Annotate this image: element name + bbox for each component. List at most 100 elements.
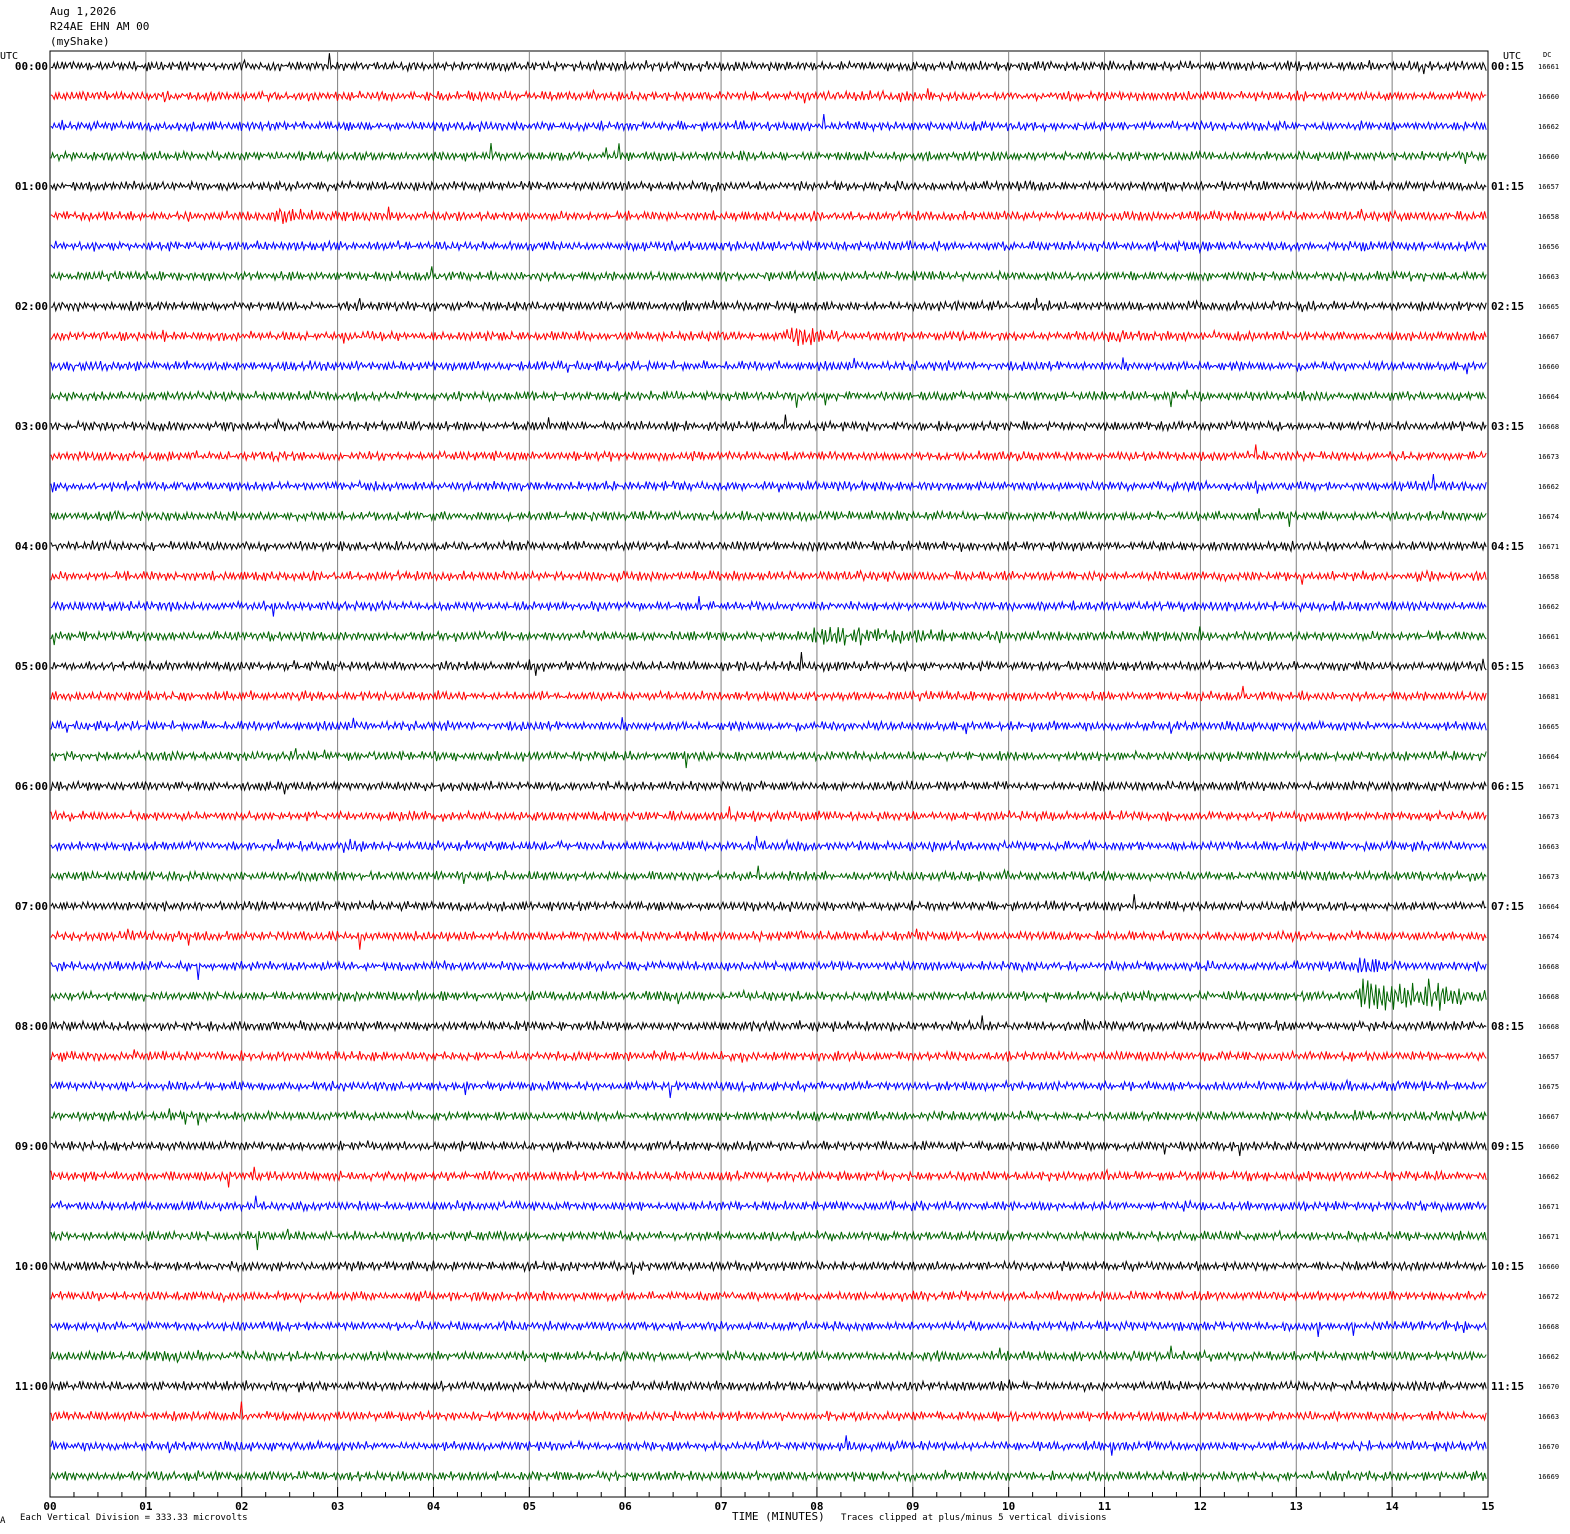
trace-row-23 [50,748,1487,769]
corner-mark: A [0,1516,6,1526]
dc-value: 16663 [1538,273,1559,281]
trace-row-25 [50,806,1487,823]
x-tick-label: 04 [427,1500,441,1513]
trace-row-5 [50,206,1487,224]
dc-value: 16668 [1538,963,1559,971]
x-tick-label: 01 [139,1500,153,1513]
trace-row-41 [50,1289,1487,1304]
row-label-right: 11:15 [1491,1380,1524,1393]
row-label-left: 11:00 [15,1380,48,1393]
dc-value: 16681 [1538,693,1559,701]
row-label-right: 01:15 [1491,180,1524,193]
trace-row-3 [50,143,1487,164]
dc-value: 16664 [1538,393,1559,401]
row-label-right: 04:15 [1491,540,1524,553]
trace-row-8 [50,297,1487,314]
trace-row-32 [50,1015,1487,1033]
dc-value: 16657 [1538,183,1559,191]
trace-row-2 [50,113,1487,133]
dc-value: 16668 [1538,993,1559,1001]
row-label-left: 05:00 [15,660,48,673]
dc-value: 16664 [1538,903,1559,911]
dc-value: 16668 [1538,1023,1559,1031]
row-label-right: 05:15 [1491,660,1524,673]
dc-value: 16662 [1538,483,1559,491]
trace-row-24 [50,779,1487,795]
trace-row-29 [50,928,1487,950]
dc-value: 16663 [1538,663,1559,671]
x-tick-label: 09 [906,1500,919,1513]
row-label-left: 07:00 [15,900,48,913]
trace-row-30 [50,957,1487,980]
dc-value: 16671 [1538,1233,1559,1241]
dc-value: 16656 [1538,243,1559,251]
x-tick-label: 07 [714,1500,727,1513]
trace-row-47 [50,1469,1487,1483]
dc-value: 16671 [1538,1203,1559,1211]
dc-value: 16671 [1538,783,1559,791]
trace-row-28 [50,894,1487,913]
trace-row-21 [50,685,1487,703]
dc-value: 16664 [1538,753,1559,761]
trace-row-6 [50,239,1487,255]
x-tick-label: 10 [1002,1500,1015,1513]
trace-row-15 [50,508,1487,527]
dc-value: 16665 [1538,723,1559,731]
trace-row-11 [50,389,1487,408]
dc-value: 16662 [1538,123,1559,131]
trace-row-34 [50,1078,1487,1099]
dc-value: 16667 [1538,333,1559,341]
dc-value: 16672 [1538,1293,1559,1301]
dc-value: 16663 [1538,843,1559,851]
trace-row-40 [50,1259,1487,1275]
row-label-right: 02:15 [1491,300,1524,313]
trace-row-1 [50,88,1487,104]
trace-row-19 [50,626,1487,646]
row-label-right: 09:15 [1491,1140,1524,1153]
dc-value: 16657 [1538,1053,1559,1061]
row-label-right: 06:15 [1491,780,1524,793]
x-tick-label: 03 [331,1500,344,1513]
helicorder-plot: UTC UTC DC00:00 00:15 1666116660166621666001… [0,50,1559,1513]
dc-value: 16671 [1538,543,1559,551]
trace-row-18 [50,596,1487,617]
trace-row-13 [50,444,1487,463]
trace-row-16 [50,539,1487,554]
row-label-left: 00:00 [15,60,48,73]
x-tick-label: 06 [619,1500,633,1513]
row-label-right: 10:15 [1491,1260,1524,1273]
row-label-left: 03:00 [15,420,48,433]
trace-row-35 [50,1108,1487,1126]
dc-value: 16660 [1538,363,1559,371]
dc-value: 16658 [1538,573,1559,581]
row-label-right: 08:15 [1491,1020,1524,1033]
dc-value: 16669 [1538,1473,1559,1481]
scale-note: Each Vertical Division = 333.33 microvol… [20,1513,248,1523]
dc-value: 16667 [1538,1113,1559,1121]
dc-value: 16661 [1538,63,1559,71]
row-label-left: 04:00 [15,540,48,553]
dc-value: 16662 [1538,1353,1559,1361]
trace-row-33 [50,1049,1487,1063]
trace-row-39 [50,1228,1487,1251]
dc-value: 16673 [1538,873,1559,881]
trace-row-45 [50,1401,1487,1423]
x-tick-label: 15 [1481,1500,1494,1513]
trace-row-12 [50,414,1487,433]
row-label-left: 01:00 [15,180,48,193]
dc-value: 16670 [1538,1443,1559,1451]
dc-value: 16673 [1538,813,1559,821]
dc-value: 16660 [1538,153,1559,161]
plot-frame [49,50,1489,1498]
dc-value: 16661 [1538,633,1559,641]
x-axis-title: TIME (MINUTES) [732,1510,825,1523]
trace-row-10 [50,357,1487,375]
dc-title: DC [1543,51,1551,59]
row-label-left: 09:00 [15,1140,48,1153]
x-tick-label: 11 [1098,1500,1112,1513]
row-label-right: 00:15 [1491,60,1524,73]
dc-value: 16670 [1538,1383,1559,1391]
trace-row-31 [50,978,1487,1011]
dc-value: 16658 [1538,213,1559,221]
trace-row-37 [50,1166,1487,1188]
